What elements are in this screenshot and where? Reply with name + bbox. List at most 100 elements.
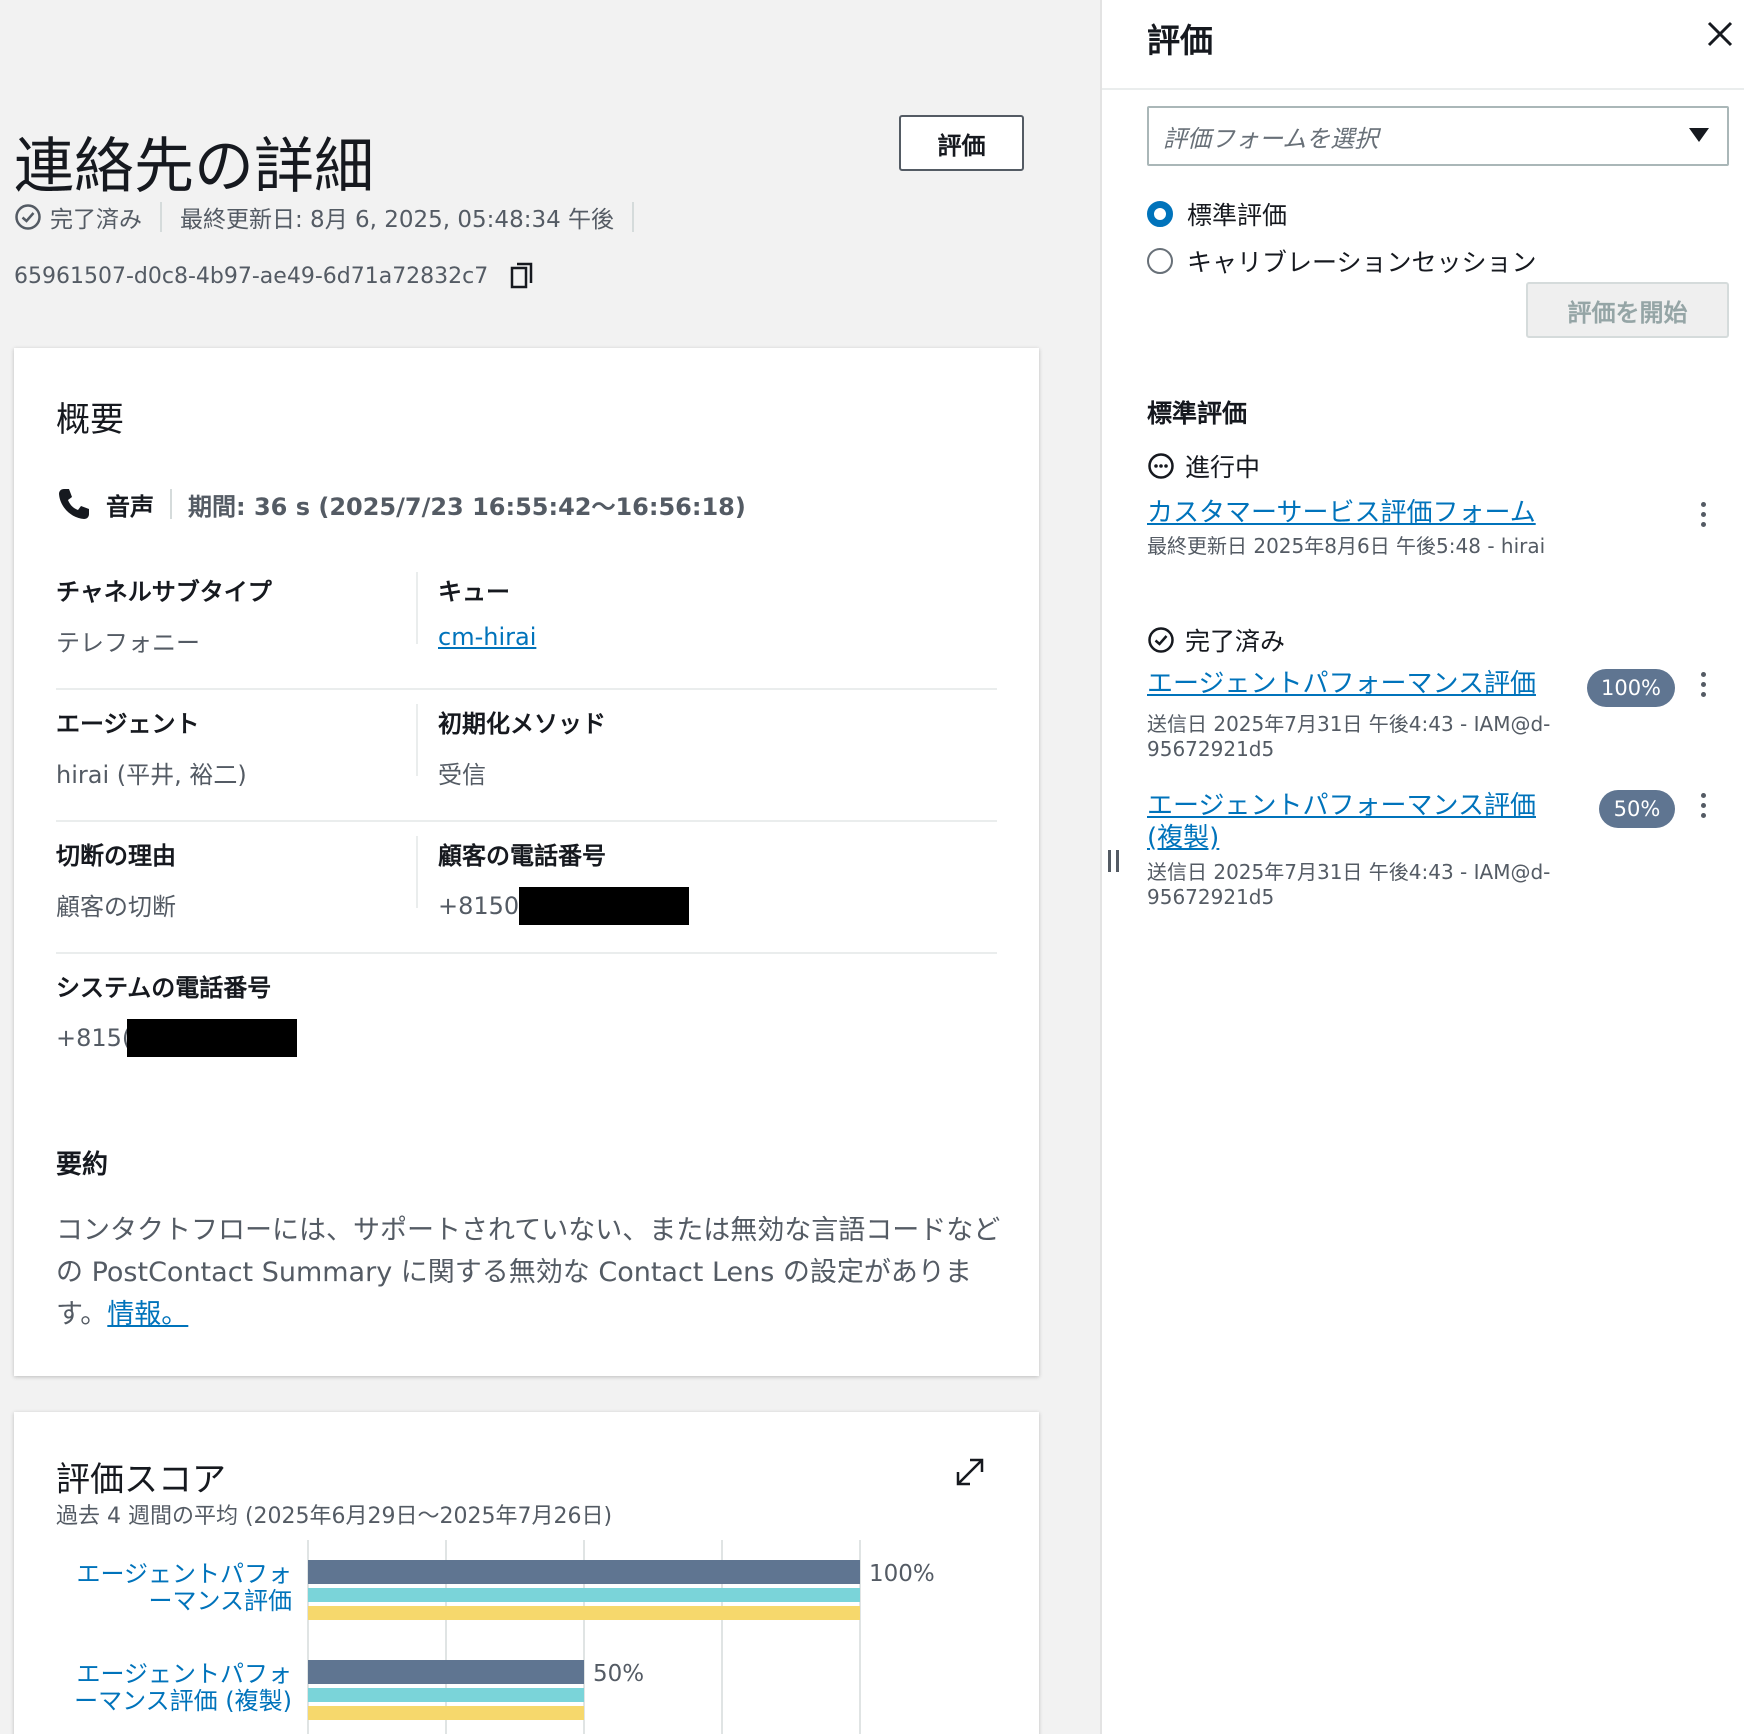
evaluation-meta: 送信日 2025年7月31日 午後4:43 - IAM@d-95672921d5 — [1147, 712, 1551, 761]
copy-icon[interactable] — [510, 262, 534, 290]
summary-text: コンタクトフローには、サポートされていない、または無効な言語コードなどの Pos… — [56, 1215, 1001, 1330]
page-title: 連絡先の詳細 — [14, 132, 374, 202]
more-actions-icon[interactable] — [1701, 793, 1706, 818]
channel-row: 音声 期間: 36 s (2025/7/23 16:55:42〜16:56:18… — [56, 486, 746, 522]
duration: 期間: 36 s (2025/7/23 16:55:42〜16:56:18) — [188, 492, 746, 521]
category-label: エージェントパフォ — [76, 1560, 292, 1588]
radio-selected-icon — [1147, 201, 1173, 227]
bar — [308, 1688, 584, 1702]
category-label: ーマンス評価 (複製) — [74, 1687, 292, 1715]
completed-header: 完了済み — [1147, 622, 1285, 658]
close-icon[interactable] — [1706, 20, 1734, 48]
evaluation-meta: 送信日 2025年7月31日 午後4:43 - IAM@d-95672921d5 — [1147, 860, 1551, 909]
evaluation-link[interactable]: エージェントパフォーマンス評価 — [1147, 668, 1587, 700]
field-value: hirai (平井, 裕二) — [56, 761, 247, 789]
summary-heading: 要約 — [56, 1150, 109, 1180]
radio-standard[interactable]: 標準評価 — [1147, 196, 1287, 232]
field-channel-subtype: チャネルサブタイプ テレフォニー — [56, 558, 416, 688]
detail-row: エージェント hirai (平井, 裕二) 初期化メソッド 受信 — [56, 690, 997, 822]
field-label: エージェント — [56, 710, 200, 738]
evaluation-link[interactable]: エージェントパフォーマンス評価 (複製) — [1147, 790, 1567, 854]
more-actions-icon[interactable] — [1701, 672, 1706, 697]
category-label: ーマンス評価 — [148, 1587, 292, 1615]
more-actions-icon[interactable] — [1701, 502, 1706, 527]
score-subtitle: 過去 4 週間の平均 (2025年6月29日〜2025年7月26日) — [56, 1504, 613, 1529]
status-text: 完了済み — [50, 207, 142, 233]
bar — [308, 1606, 860, 1620]
overview-heading: 概要 — [56, 400, 124, 440]
field-value: 顧客の切断 — [56, 893, 176, 921]
field-label: 顧客の電話番号 — [438, 842, 606, 870]
redaction-box — [519, 887, 690, 925]
expand-icon[interactable] — [954, 1456, 986, 1488]
last-updated: 最終更新日: 8月 6, 2025, 05:48:34 午後 — [180, 207, 615, 233]
category-label: エージェントパフォ — [76, 1660, 292, 1688]
caret-down-icon — [1689, 128, 1709, 142]
main-content: 連絡先の詳細 評価 完了済み 最終更新日: 8月 6, 2025, 05:48:… — [0, 0, 1100, 1734]
queue-link[interactable]: cm-hirai — [438, 623, 536, 651]
divider — [632, 202, 635, 232]
contact-id: 65961507-d0c8-4b97-ae49-6d71a72832c7 — [14, 262, 534, 290]
check-circle-icon — [1148, 627, 1174, 653]
radio-unselected-icon — [1147, 248, 1173, 274]
field-label: チャネルサブタイプ — [56, 578, 272, 606]
radio-label: 標準評価 — [1187, 201, 1288, 230]
in-progress-icon — [1148, 453, 1174, 479]
field-label: システムの電話番号 — [56, 974, 272, 1002]
field-value: テレフォニー — [56, 629, 200, 657]
detail-row: 切断の理由 顧客の切断 顧客の電話番号 +8150 — [56, 822, 997, 954]
evaluation-link[interactable]: カスタマーサービス評価フォーム — [1147, 497, 1536, 529]
group-label: 完了済み — [1185, 627, 1286, 656]
bar — [308, 1706, 584, 1720]
evaluation-form-select[interactable]: 評価フォームを選択 — [1147, 106, 1729, 166]
bar — [308, 1588, 860, 1602]
field-value: 受信 — [438, 761, 486, 789]
check-circle-icon — [15, 204, 41, 230]
panel-title: 評価 — [1147, 21, 1213, 60]
field-queue: キュー cm-hirai — [416, 572, 776, 651]
contact-id-text: 65961507-d0c8-4b97-ae49-6d71a72832c7 — [14, 263, 489, 289]
field-value: +8150 — [438, 887, 776, 925]
field-customer-phone: 顧客の電話番号 +8150 — [416, 836, 776, 925]
select-placeholder: 評価フォームを選択 — [1163, 124, 1379, 153]
detail-row: システムの電話番号 +815( — [56, 954, 997, 1086]
channel-label: 音声 — [106, 492, 154, 521]
radio-label: キャリブレーションセッション — [1187, 248, 1537, 277]
field-agent: エージェント hirai (平井, 裕二) — [56, 690, 416, 820]
divider — [160, 202, 162, 232]
field-system-phone: システムの電話番号 +815( — [56, 954, 416, 1086]
section-heading: 標準評価 — [1147, 399, 1248, 428]
phone-icon — [59, 489, 89, 519]
radio-calibration[interactable]: キャリブレーションセッション — [1147, 243, 1537, 279]
info-link[interactable]: 情報。 — [107, 1299, 188, 1330]
divider — [1102, 88, 1744, 90]
start-evaluation-button[interactable]: 評価を開始 — [1526, 282, 1729, 338]
evaluation-meta: 最終更新日 2025年8月6日 午後5:48 - hirai — [1147, 534, 1546, 558]
field-label: 初期化メソッド — [438, 710, 606, 738]
evaluate-button[interactable]: 評価 — [899, 115, 1024, 171]
bar — [308, 1560, 860, 1584]
score-badge: 50% — [1599, 790, 1675, 828]
field-label: キュー — [438, 578, 510, 606]
detail-row: チャネルサブタイプ テレフォニー キュー cm-hirai — [56, 558, 997, 690]
field-value: +815( — [56, 1019, 416, 1057]
field-label: 切断の理由 — [56, 842, 176, 870]
group-label: 進行中 — [1185, 453, 1261, 482]
resize-handle[interactable] — [1108, 850, 1119, 872]
score-card: 評価スコア 過去 4 週間の平均 (2025年6月29日〜2025年7月26日)… — [14, 1412, 1039, 1734]
field-disconnect-reason: 切断の理由 顧客の切断 — [56, 822, 416, 952]
divider — [170, 489, 172, 519]
status-row: 完了済み 最終更新日: 8月 6, 2025, 05:48:34 午後 — [14, 200, 652, 234]
score-heading: 評価スコア — [56, 1460, 226, 1500]
score-chart: エージェントパフォーマンス評価100%エージェントパフォーマンス評価 (複製)5… — [74, 1540, 935, 1734]
data-label: 100% — [869, 1561, 935, 1587]
detail-grid: チャネルサブタイプ テレフォニー キュー cm-hirai エージェント hir… — [56, 558, 997, 1086]
evaluation-panel: 評価 評価フォームを選択 標準評価 キャリブレーションセッション 評価を開始 標… — [1102, 0, 1744, 1734]
overview-card: 概要 音声 期間: 36 s (2025/7/23 16:55:42〜16:56… — [14, 348, 1039, 1376]
bar — [308, 1660, 584, 1684]
in-progress-header: 進行中 — [1147, 448, 1260, 484]
field-init-method: 初期化メソッド 受信 — [416, 704, 776, 789]
redaction-box — [127, 1019, 298, 1057]
data-label: 50% — [593, 1661, 644, 1687]
score-badge: 100% — [1587, 669, 1675, 707]
